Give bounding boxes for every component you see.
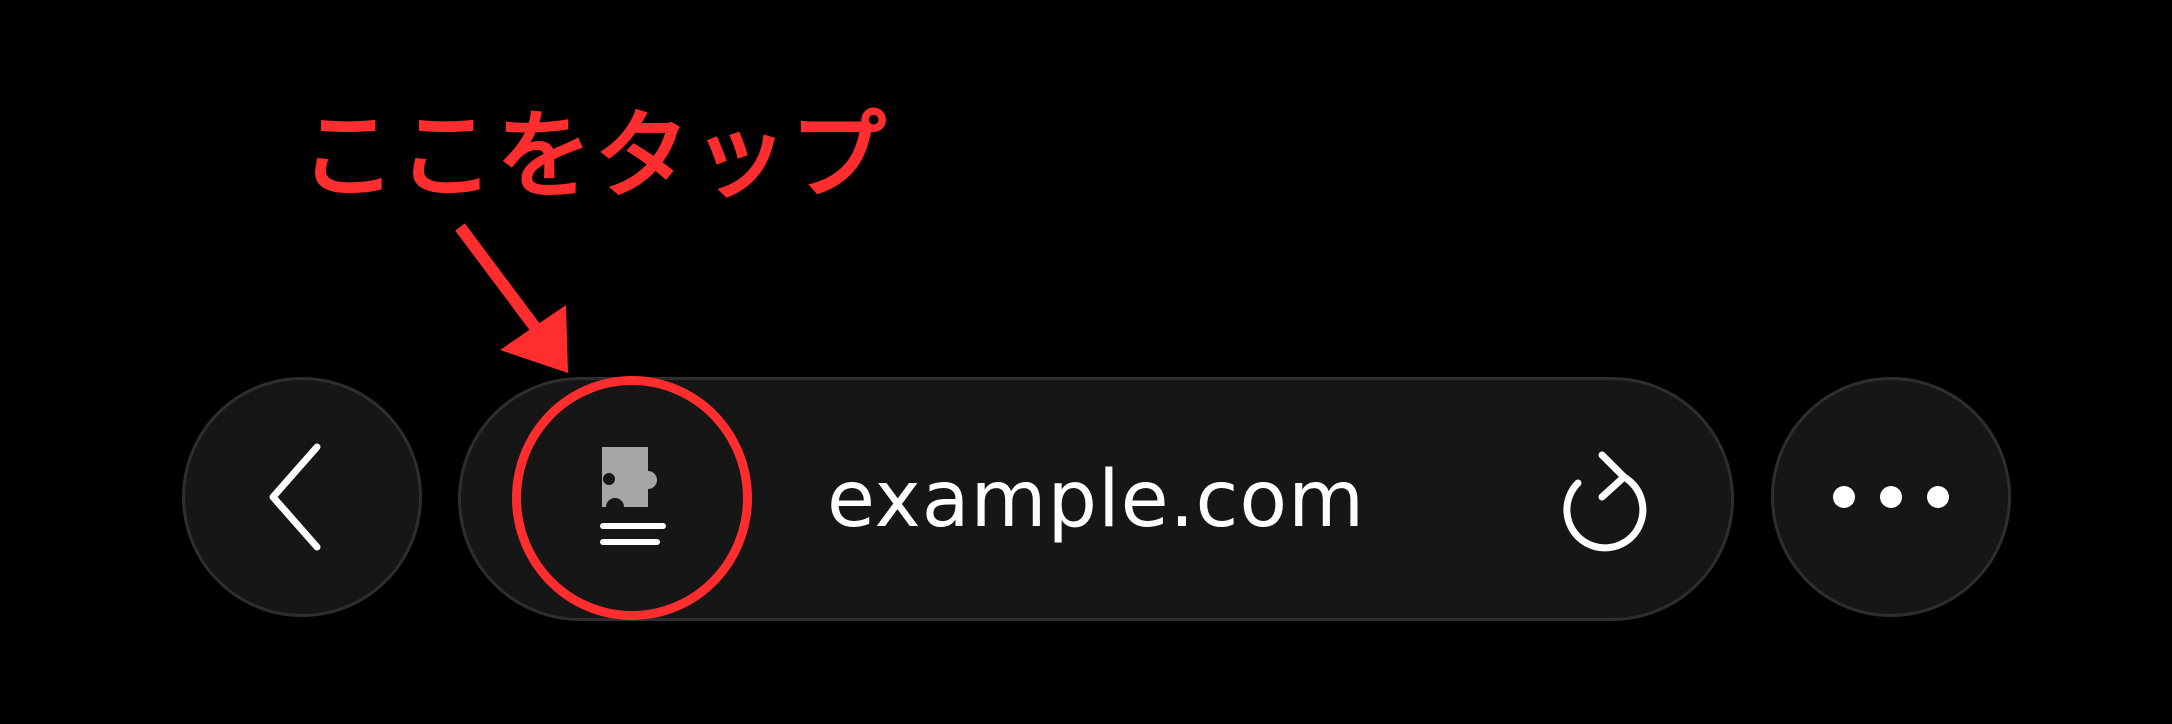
back-button[interactable] — [182, 377, 422, 617]
arrow-pointer-icon — [455, 223, 568, 373]
reload-button[interactable] — [1535, 432, 1675, 572]
callout-label: ここをタップ — [300, 100, 888, 212]
address-bar[interactable]: example.com — [458, 377, 1734, 621]
chevron-left-icon — [269, 443, 321, 551]
ellipsis-icon — [1833, 486, 1949, 508]
reload-icon — [1563, 451, 1647, 552]
more-button[interactable] — [1771, 377, 2011, 617]
